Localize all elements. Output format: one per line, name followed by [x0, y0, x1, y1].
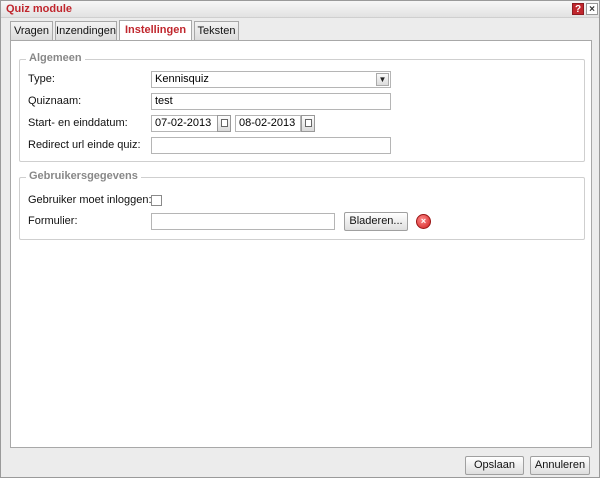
- browse-button[interactable]: Bladeren...: [344, 212, 408, 231]
- login-label: Gebruiker moet inloggen:: [28, 194, 152, 206]
- gebruikersgegevens-legend: Gebruikersgegevens: [26, 170, 141, 182]
- login-checkbox[interactable]: [151, 195, 162, 206]
- redirect-url-input[interactable]: [151, 137, 391, 154]
- delete-icon[interactable]: ×: [416, 214, 431, 229]
- algemeen-legend: Algemeen: [26, 52, 85, 64]
- formulier-label: Formulier:: [28, 215, 78, 227]
- type-select[interactable]: Kennisquiz ▼: [151, 71, 391, 88]
- quiznaam-input[interactable]: test: [151, 93, 391, 110]
- redirect-label: Redirect url einde quiz:: [28, 139, 141, 151]
- chevron-down-icon[interactable]: ▼: [376, 73, 389, 86]
- save-button[interactable]: Opslaan: [465, 456, 524, 475]
- close-icon[interactable]: ×: [586, 3, 598, 15]
- datum-label: Start- en einddatum:: [28, 117, 128, 129]
- algemeen-group: Algemeen Type: Kennisquiz ▼ Quiznaam: te…: [19, 52, 585, 162]
- tab-bar: Vragen Inzendingen Instellingen Teksten: [10, 20, 592, 41]
- window-title: Quiz module: [6, 3, 72, 15]
- end-calendar-icon[interactable]: [301, 115, 315, 132]
- tab-vragen[interactable]: Vragen: [10, 21, 53, 40]
- formulier-input[interactable]: [151, 213, 335, 230]
- type-select-value: Kennisquiz: [155, 73, 209, 85]
- end-date-input[interactable]: 08-02-2013: [235, 115, 301, 132]
- tab-teksten[interactable]: Teksten: [194, 21, 239, 40]
- tab-inzendingen[interactable]: Inzendingen: [55, 21, 117, 40]
- gebruikersgegevens-group: Gebruikersgegevens Gebruiker moet inlogg…: [19, 170, 585, 240]
- quiz-module-window: Quiz module ? × Vragen Inzendingen Inste…: [0, 0, 600, 478]
- cancel-button[interactable]: Annuleren: [530, 456, 590, 475]
- start-calendar-icon[interactable]: [217, 115, 231, 132]
- help-icon[interactable]: ?: [572, 3, 584, 15]
- quiznaam-label: Quiznaam:: [28, 95, 82, 107]
- settings-panel: Algemeen Type: Kennisquiz ▼ Quiznaam: te…: [10, 40, 592, 448]
- type-label: Type:: [28, 73, 55, 85]
- tab-instellingen[interactable]: Instellingen: [119, 20, 192, 41]
- title-bar: Quiz module ? ×: [1, 1, 599, 18]
- start-date-input[interactable]: 07-02-2013: [151, 115, 219, 132]
